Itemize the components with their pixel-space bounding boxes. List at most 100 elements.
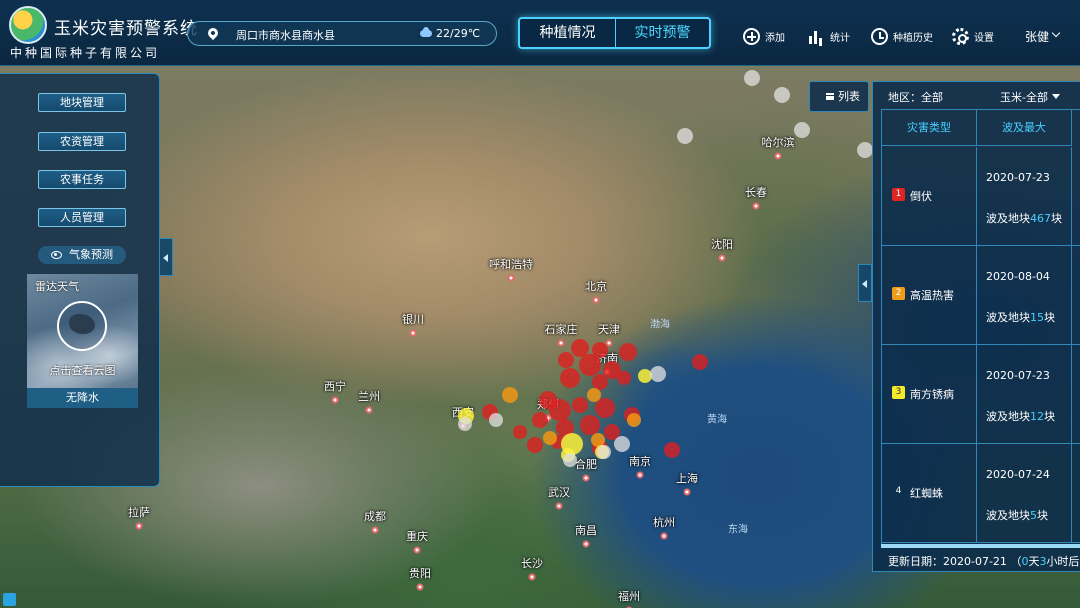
orange-disaster-marker[interactable] <box>543 431 557 445</box>
orange-disaster-marker[interactable] <box>627 413 641 427</box>
stats-button[interactable]: 统计 <box>808 27 850 45</box>
red-disaster-marker[interactable] <box>532 412 548 428</box>
red-disaster-marker[interactable] <box>558 352 574 368</box>
white-disaster-marker[interactable] <box>489 413 503 427</box>
red-disaster-marker[interactable] <box>580 415 600 435</box>
table-scrollbar[interactable] <box>881 544 1080 548</box>
red-disaster-marker[interactable] <box>595 398 615 418</box>
city-dot <box>683 488 691 496</box>
bar-chart-icon <box>808 28 825 45</box>
send-icon[interactable] <box>3 593 16 606</box>
view-cloud-map-hint: 点击查看云图 <box>49 364 116 377</box>
disaster-type-label: 高温热害 <box>910 289 954 302</box>
affected-suffix: 块 <box>1044 410 1055 423</box>
city-label: 石家庄 <box>544 323 578 336</box>
region-filter[interactable]: 地区：全部 <box>888 89 943 105</box>
farm-tasks-button[interactable]: 农事任务 <box>38 170 126 189</box>
impact-cell: 2020-07-24 波及地块5块 <box>977 444 1072 542</box>
affected-count: 467 <box>1030 212 1051 225</box>
user-menu[interactable]: 张健 <box>1025 28 1049 45</box>
weather-forecast-label: 气象预测 <box>69 248 113 261</box>
affected-prefix: 波及地块 <box>986 410 1030 423</box>
orange-disaster-marker[interactable] <box>502 387 518 403</box>
red-disaster-marker[interactable] <box>692 354 708 370</box>
table-row[interactable]: 2 高温热害 2020-08-04 波及地块15块 <box>882 246 1080 345</box>
white-disaster-marker[interactable] <box>744 70 760 86</box>
column-header-disaster-type: 灾害类型 <box>882 110 977 146</box>
orange-disaster-marker[interactable] <box>587 388 601 402</box>
city-label: 贵阳 <box>409 567 431 580</box>
table-row[interactable]: 1 倒伏 2020-07-23 波及地块467块 <box>882 147 1080 246</box>
white-disaster-marker[interactable] <box>650 366 666 382</box>
city-dot <box>135 522 143 530</box>
city-label: 重庆 <box>406 530 428 543</box>
column-header-max-impact: 波及最大 <box>977 110 1072 146</box>
radar-weather-title: 雷达天气 <box>35 280 79 293</box>
impact-cell: 2020-08-04 波及地块15块 <box>977 246 1072 344</box>
table-row[interactable]: 4 红蜘蛛 2020-07-24 波及地块5块 <box>882 444 1080 543</box>
red-disaster-marker[interactable] <box>527 437 543 453</box>
caret-down-icon[interactable] <box>1052 94 1060 99</box>
red-disaster-marker[interactable] <box>560 368 580 388</box>
red-disaster-marker[interactable] <box>664 442 680 458</box>
tab-planting-status[interactable]: 种植情况 <box>520 19 615 47</box>
impact-date: 2020-08-04 <box>986 270 1050 283</box>
red-disaster-marker[interactable] <box>617 371 631 385</box>
white-disaster-marker[interactable] <box>458 417 472 431</box>
location-text: 周口市商水县商水县 <box>236 29 335 42</box>
supplies-management-button[interactable]: 农资管理 <box>38 132 126 151</box>
city-label: 南昌 <box>575 524 597 537</box>
red-disaster-marker[interactable] <box>579 354 601 376</box>
update-date-label: 更新日期：2020-07-21 <box>888 555 1007 568</box>
mode-tabs: 种植情况 实时预警 <box>518 17 711 49</box>
add-label: 添加 <box>765 32 785 44</box>
company-name: 中种国际种子有限公司 <box>10 46 161 60</box>
white-disaster-marker[interactable] <box>857 142 873 158</box>
city-dot <box>409 329 417 337</box>
red-disaster-marker[interactable] <box>549 399 571 421</box>
impact-date: 2020-07-23 <box>986 369 1050 382</box>
left-panel-collapse-handle[interactable] <box>159 238 173 276</box>
table-row[interactable]: 3 南方锈病 2020-07-23 波及地块12块 <box>882 345 1080 444</box>
white-disaster-marker[interactable] <box>563 453 577 467</box>
city-label: 西宁 <box>324 380 346 393</box>
radar-weather-card[interactable]: 雷达天气 点击查看云图 <box>27 274 138 389</box>
staff-management-button[interactable]: 人员管理 <box>38 208 126 227</box>
planting-history-button[interactable]: 种植历史 <box>871 27 933 45</box>
chevron-down-icon[interactable] <box>1051 28 1061 38</box>
affected-plots: 波及地块15块 <box>986 309 1055 325</box>
add-button[interactable]: 添加 <box>743 27 785 45</box>
affected-prefix: 波及地块 <box>986 509 1030 522</box>
impact-date: 2020-07-24 <box>986 468 1050 481</box>
sea-label-huanghai: 黄海 <box>707 414 727 426</box>
red-disaster-marker[interactable] <box>513 425 527 439</box>
plot-management-button[interactable]: 地块管理 <box>38 93 126 112</box>
rank-badge: 3 <box>892 386 905 399</box>
weather-forecast-button[interactable]: 气象预测 <box>38 246 126 264</box>
city-label: 银川 <box>402 313 424 326</box>
plus-icon <box>743 27 760 45</box>
white-disaster-marker[interactable] <box>794 122 810 138</box>
city-label: 合肥 <box>575 458 597 471</box>
red-disaster-marker[interactable] <box>619 343 637 361</box>
disaster-type-cell: 1 倒伏 <box>882 147 977 245</box>
white-disaster-marker[interactable] <box>597 445 611 459</box>
location-selector[interactable]: 周口市商水县商水县 22/29℃ <box>187 21 497 46</box>
white-disaster-marker[interactable] <box>614 436 630 452</box>
white-disaster-marker[interactable] <box>677 128 693 144</box>
settings-button[interactable]: 设置 <box>952 27 994 45</box>
city-label: 南京 <box>629 455 651 468</box>
disaster-type-cell: 2 高温热害 <box>882 246 977 344</box>
red-disaster-marker[interactable] <box>572 397 588 413</box>
tab-realtime-warning[interactable]: 实时预警 <box>615 19 709 47</box>
rank-badge: 4 <box>895 486 902 496</box>
city-label: 福州 <box>618 590 640 603</box>
city-label: 天津 <box>598 323 620 336</box>
city-dot <box>774 152 782 160</box>
list-view-button[interactable]: 列表 <box>809 81 869 112</box>
crop-filter[interactable]: 玉米-全部 <box>1000 89 1048 105</box>
white-disaster-marker[interactable] <box>774 87 790 103</box>
right-panel-collapse-handle[interactable] <box>858 264 872 302</box>
rank-badge: 2 <box>892 287 905 300</box>
city-dot <box>416 583 424 591</box>
